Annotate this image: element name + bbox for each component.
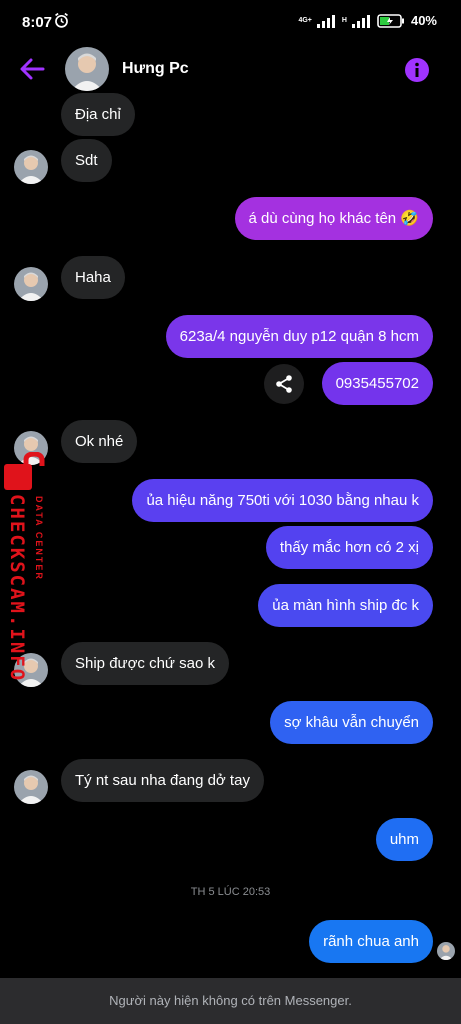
message-timestamp: TH 5 LÚC 20:53 — [190, 886, 271, 898]
message-incoming[interactable]: Sdt — [61, 139, 112, 182]
message-incoming[interactable]: Ok nhé — [61, 420, 138, 463]
alarm-icon — [55, 12, 68, 28]
watermark: DATA CENTER CHECKSCAM.INFO — [0, 450, 58, 682]
share-icon — [276, 375, 292, 393]
status-icons: 4G+ H 40% — [298, 13, 437, 28]
signal-icon-2 — [351, 14, 370, 28]
message-outgoing[interactable]: sợ khâu vẫn chuyển — [270, 701, 433, 744]
watermark-text-large: CHECKSCAM.INFO — [6, 494, 28, 683]
seen-receipt-avatar — [437, 942, 455, 960]
sender-avatar[interactable] — [14, 267, 48, 301]
message-incoming[interactable]: Ship được chứ sao k — [61, 642, 229, 685]
network-type-top: 4G+ — [298, 17, 312, 24]
battery-percent: 40% — [410, 13, 437, 28]
watermark-text-small: DATA CENTER — [34, 496, 44, 581]
message-outgoing[interactable]: ủa màn hình ship đc k — [258, 584, 433, 627]
message-incoming[interactable]: Tý nt sau nha đang dở tay — [61, 759, 264, 802]
message-incoming[interactable]: Địa chỉ — [61, 93, 135, 136]
network-type-bottom: H — [341, 17, 347, 24]
status-bar: 8:07 4G+ H 40% — [0, 0, 461, 44]
contact-name[interactable]: Hưng Pc — [122, 60, 189, 78]
message-outgoing[interactable]: uhm — [375, 818, 433, 861]
battery-icon — [377, 13, 404, 28]
share-button[interactable] — [264, 364, 304, 404]
message-incoming[interactable]: Haha — [61, 256, 125, 299]
contact-avatar[interactable] — [65, 47, 109, 91]
message-outgoing[interactable]: rãnh chua anh — [309, 920, 433, 963]
message-outgoing[interactable]: 0935455702 — [321, 362, 433, 405]
message-outgoing[interactable]: á dù cùng họ khác tên 🤣 — [234, 197, 433, 240]
conversation-header: Hưng Pc — [0, 44, 461, 96]
back-arrow-icon[interactable] — [18, 56, 46, 82]
signal-icon — [316, 14, 335, 28]
unavailable-notice: Người này hiện không có trên Messenger. — [0, 978, 461, 1024]
message-outgoing[interactable]: 623a/4 nguyễn duy p12 quận 8 hcm — [165, 315, 433, 358]
info-icon[interactable] — [404, 57, 430, 83]
status-time: 8:07 — [22, 14, 53, 31]
sender-avatar[interactable] — [14, 770, 48, 804]
message-outgoing[interactable]: thấy mắc hơn có 2 xị — [265, 526, 433, 569]
message-outgoing[interactable]: ủa hiệu năng 750ti với 1030 bằng nhau k — [132, 479, 433, 522]
lock-icon — [4, 452, 45, 490]
sender-avatar[interactable] — [14, 150, 48, 184]
